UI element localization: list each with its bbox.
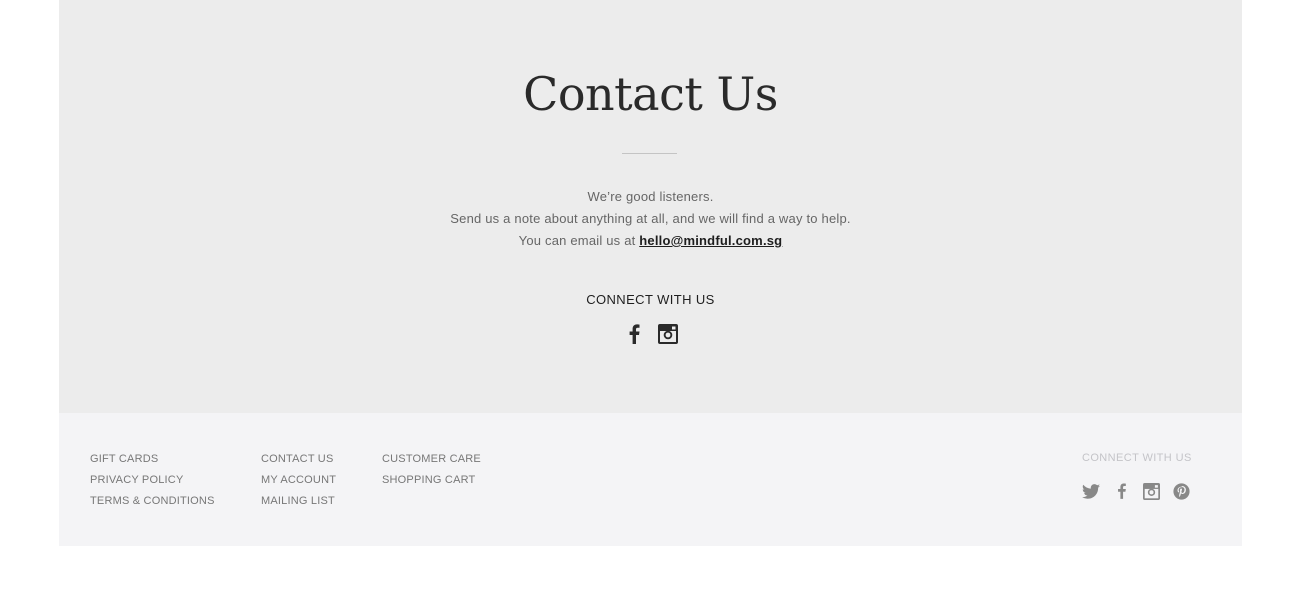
footer-link-terms-conditions[interactable]: TERMS & CONDITIONS [90, 491, 215, 512]
site-footer: GIFT CARDS PRIVACY POLICY TERMS & CONDIT… [59, 413, 1242, 546]
pinterest-icon[interactable] [1171, 481, 1191, 501]
contact-social-links [59, 323, 1242, 345]
footer-connect-heading: CONNECT WITH US [1082, 452, 1192, 464]
twitter-icon[interactable] [1081, 481, 1101, 501]
email-prefix: You can email us at [518, 233, 640, 248]
footer-link-privacy-policy[interactable]: PRIVACY POLICY [90, 470, 215, 491]
title-divider [622, 153, 677, 154]
contact-description: We’re good listeners. Send us a note abo… [59, 186, 1242, 252]
email-link[interactable]: hello@mindful.com.sg [639, 233, 782, 248]
footer-link-mailing-list[interactable]: MAILING LIST [261, 491, 336, 512]
footer-link-gift-cards[interactable]: GIFT CARDS [90, 449, 215, 470]
footer-column-1: GIFT CARDS PRIVACY POLICY TERMS & CONDIT… [90, 449, 215, 512]
contact-section: Contact Us We’re good listeners. Send us… [59, 0, 1242, 413]
footer-column-3: CUSTOMER CARE SHOPPING CART [382, 449, 481, 491]
contact-line-3: You can email us at hello@mindful.com.sg [59, 230, 1242, 252]
facebook-icon[interactable] [623, 323, 645, 345]
connect-heading: CONNECT WITH US [586, 292, 715, 307]
facebook-icon[interactable] [1111, 481, 1131, 501]
contact-line-2: Send us a note about anything at all, an… [450, 211, 851, 226]
page-title: Contact Us [523, 67, 778, 121]
footer-social-links [1081, 481, 1191, 501]
page: Contact Us We’re good listeners. Send us… [0, 0, 1301, 589]
footer-link-shopping-cart[interactable]: SHOPPING CART [382, 470, 481, 491]
instagram-icon[interactable] [1141, 481, 1161, 501]
footer-link-my-account[interactable]: MY ACCOUNT [261, 470, 336, 491]
footer-link-contact-us[interactable]: CONTACT US [261, 449, 336, 470]
instagram-icon[interactable] [657, 323, 679, 345]
footer-link-customer-care[interactable]: CUSTOMER CARE [382, 449, 481, 470]
footer-column-2: CONTACT US MY ACCOUNT MAILING LIST [261, 449, 336, 512]
contact-line-1: We’re good listeners. [587, 189, 714, 204]
